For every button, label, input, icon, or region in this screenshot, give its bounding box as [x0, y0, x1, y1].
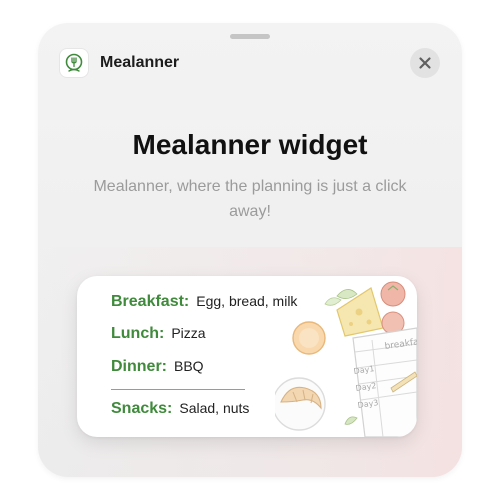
meal-value: Salad, nuts: [179, 400, 250, 416]
divider: [111, 389, 245, 390]
meal-value: BBQ: [174, 358, 204, 374]
meal-row-lunch: Lunch: Pizza: [111, 325, 206, 343]
meal-label: Breakfast:: [111, 293, 190, 310]
meal-label: Dinner:: [111, 358, 167, 375]
meal-label: Lunch:: [111, 325, 165, 342]
meal-value: Pizza: [171, 325, 206, 341]
close-icon: [419, 57, 431, 69]
meal-row-dinner: Dinner: BBQ: [111, 358, 204, 376]
widget-gallery-sheet: Mealanner Mealanner widget Mealanner, wh…: [38, 23, 462, 477]
app-header: Mealanner: [60, 49, 179, 77]
meal-value: Egg, bread, milk: [196, 293, 298, 309]
meal-row-breakfast: Breakfast: Egg, bread, milk: [111, 293, 297, 311]
sheet-grabber[interactable]: [230, 34, 270, 39]
meal-row-snacks: Snacks: Salad, nuts: [111, 400, 249, 418]
page-subtitle: Mealanner, where the planning is just a …: [93, 178, 407, 220]
page-title: Mealanner widget: [132, 129, 368, 160]
close-button[interactable]: [410, 48, 440, 78]
meal-label: Snacks:: [111, 400, 173, 417]
app-name: Mealanner: [100, 54, 180, 71]
fork-plate-icon: [60, 49, 88, 77]
widget-preview[interactable]: breakfast Day1 Day2 Day3 Breakfast: Egg,…: [77, 276, 417, 437]
